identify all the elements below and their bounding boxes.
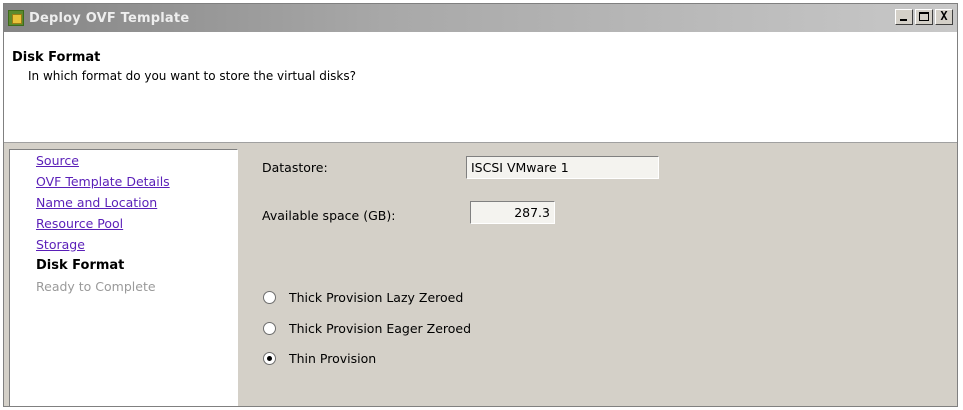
nav-item-ovf-template-details[interactable]: OVF Template Details [36,173,237,194]
page-title: Disk Format [12,50,101,65]
minimize-button[interactable] [895,9,913,25]
thick-lazy-zeroed-label[interactable]: Thick Provision Lazy Zeroed [289,290,463,305]
wizard-nav: Source OVF Template Details Name and Loc… [9,149,238,406]
nav-item-resource-pool[interactable]: Resource Pool [36,215,237,236]
thick-eager-zeroed-radio[interactable] [263,322,276,335]
disk-format-form: Datastore: ISCSI VMware 1 Available spac… [244,144,957,406]
maximize-button[interactable] [915,9,933,25]
maximize-icon [919,12,929,21]
title-bar[interactable]: Deploy OVF Template X [4,4,957,32]
thin-provision-radio[interactable] [263,352,276,365]
thick-lazy-zeroed-option[interactable]: Thick Provision Lazy Zeroed [263,290,463,305]
nav-item-storage[interactable]: Storage [36,236,237,257]
thin-provision-label[interactable]: Thin Provision [289,351,376,366]
window-title: Deploy OVF Template [29,10,190,26]
close-icon: X [940,9,948,23]
nav-item-ready-to-complete: Ready to Complete [36,279,156,294]
close-button[interactable]: X [935,9,953,25]
window-controls: X [895,9,953,25]
app-icon [8,10,24,26]
nav-item-name-and-location[interactable]: Name and Location [36,194,237,215]
nav-item-source[interactable]: Source [36,152,237,173]
available-space-label: Available space (GB): [262,208,396,223]
nav-item-disk-format: Disk Format [36,258,125,273]
thick-lazy-zeroed-radio[interactable] [263,291,276,304]
minimize-icon [900,19,907,21]
page-subtitle: In which format do you want to store the… [28,69,357,83]
wizard-header: Disk Format In which format do you want … [4,32,957,143]
datastore-field: ISCSI VMware 1 [466,156,659,179]
deploy-ovf-window: Deploy OVF Template X Disk Format In whi… [3,3,958,407]
datastore-label: Datastore: [262,160,328,175]
thin-provision-option[interactable]: Thin Provision [263,351,376,366]
wizard-body: Source OVF Template Details Name and Loc… [4,144,957,406]
thick-eager-zeroed-label[interactable]: Thick Provision Eager Zeroed [289,321,471,336]
thick-eager-zeroed-option[interactable]: Thick Provision Eager Zeroed [263,321,471,336]
available-space-field: 287.3 [470,201,555,224]
